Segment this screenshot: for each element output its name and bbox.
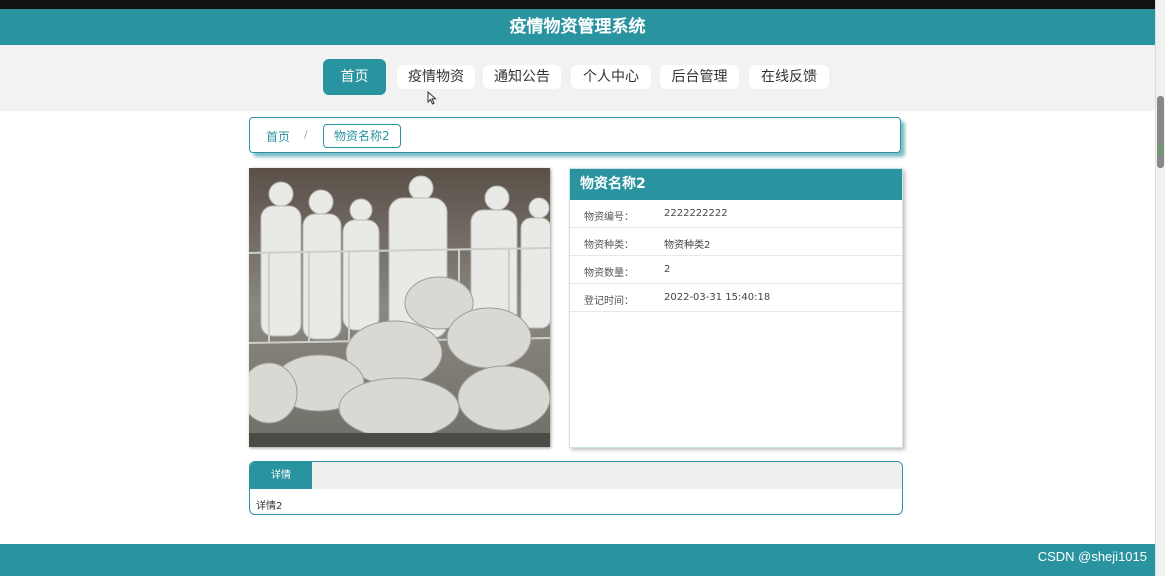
nav-item-feedback[interactable]: 在线反馈 — [749, 65, 829, 89]
nav-item-admin[interactable]: 后台管理 — [660, 65, 739, 89]
nav-item-supplies[interactable]: 疫情物资 — [397, 65, 475, 89]
info-panel: 物资名称2 物资编号： 2222222222 物资种类： 物资种类2 物资数量：… — [569, 168, 903, 448]
info-value-code: 2222222222 — [664, 208, 728, 219]
scroll-grip-line — [1159, 147, 1163, 148]
site-footer — [0, 544, 1155, 576]
info-row: 物资数量： 2 — [570, 256, 902, 284]
info-value-quantity: 2 — [664, 264, 671, 275]
nav-item-notices[interactable]: 通知公告 — [483, 65, 561, 89]
site-title: 疫情物资管理系统 — [509, 17, 646, 37]
info-label-quantity: 物资数量： — [584, 268, 634, 279]
detail-panel: 详情 详情2 — [249, 461, 903, 515]
breadcrumb-current: 物资名称2 — [323, 124, 401, 148]
detail-tabbar: 详情 — [250, 462, 902, 489]
watermark-text: CSDN @sheji1015 — [1037, 549, 1147, 564]
nav-item-profile[interactable]: 个人中心 — [571, 65, 651, 89]
site-header: 疫情物资管理系统 — [0, 9, 1155, 45]
info-label-registered-time: 登记时间： — [584, 296, 634, 307]
main-nav: 首页 疫情物资 通知公告 个人中心 后台管理 在线反馈 — [0, 45, 1155, 111]
window-top-strip — [0, 0, 1155, 9]
breadcrumb-separator: / — [304, 128, 308, 141]
page-scrollbar[interactable] — [1155, 0, 1165, 576]
breadcrumb: 首页 / 物资名称2 — [249, 117, 901, 153]
scroll-grip-line — [1159, 153, 1163, 154]
mouse-cursor-icon — [427, 91, 437, 105]
detail-content: 详情2 — [256, 501, 283, 512]
info-value-registered-time: 2022-03-31 15:40:18 — [664, 292, 771, 303]
info-value-category: 物资种类2 — [664, 240, 711, 251]
info-row: 物资种类： 物资种类2 — [570, 228, 902, 256]
nav-item-home[interactable]: 首页 — [323, 59, 386, 95]
info-row: 物资编号： 2222222222 — [570, 200, 902, 228]
tab-details[interactable]: 详情 — [250, 462, 312, 489]
scrollbar-thumb[interactable] — [1157, 96, 1164, 168]
info-row: 登记时间： 2022-03-31 15:40:18 — [570, 284, 902, 312]
product-photo-image — [249, 168, 550, 447]
product-photo — [249, 168, 550, 447]
scroll-grip-line — [1159, 150, 1163, 151]
breadcrumb-home-link[interactable]: 首页 — [266, 128, 290, 145]
scroll-grip-line — [1159, 144, 1163, 145]
info-label-category: 物资种类： — [584, 240, 634, 251]
info-title: 物资名称2 — [570, 169, 902, 200]
info-label-code: 物资编号： — [584, 212, 634, 223]
